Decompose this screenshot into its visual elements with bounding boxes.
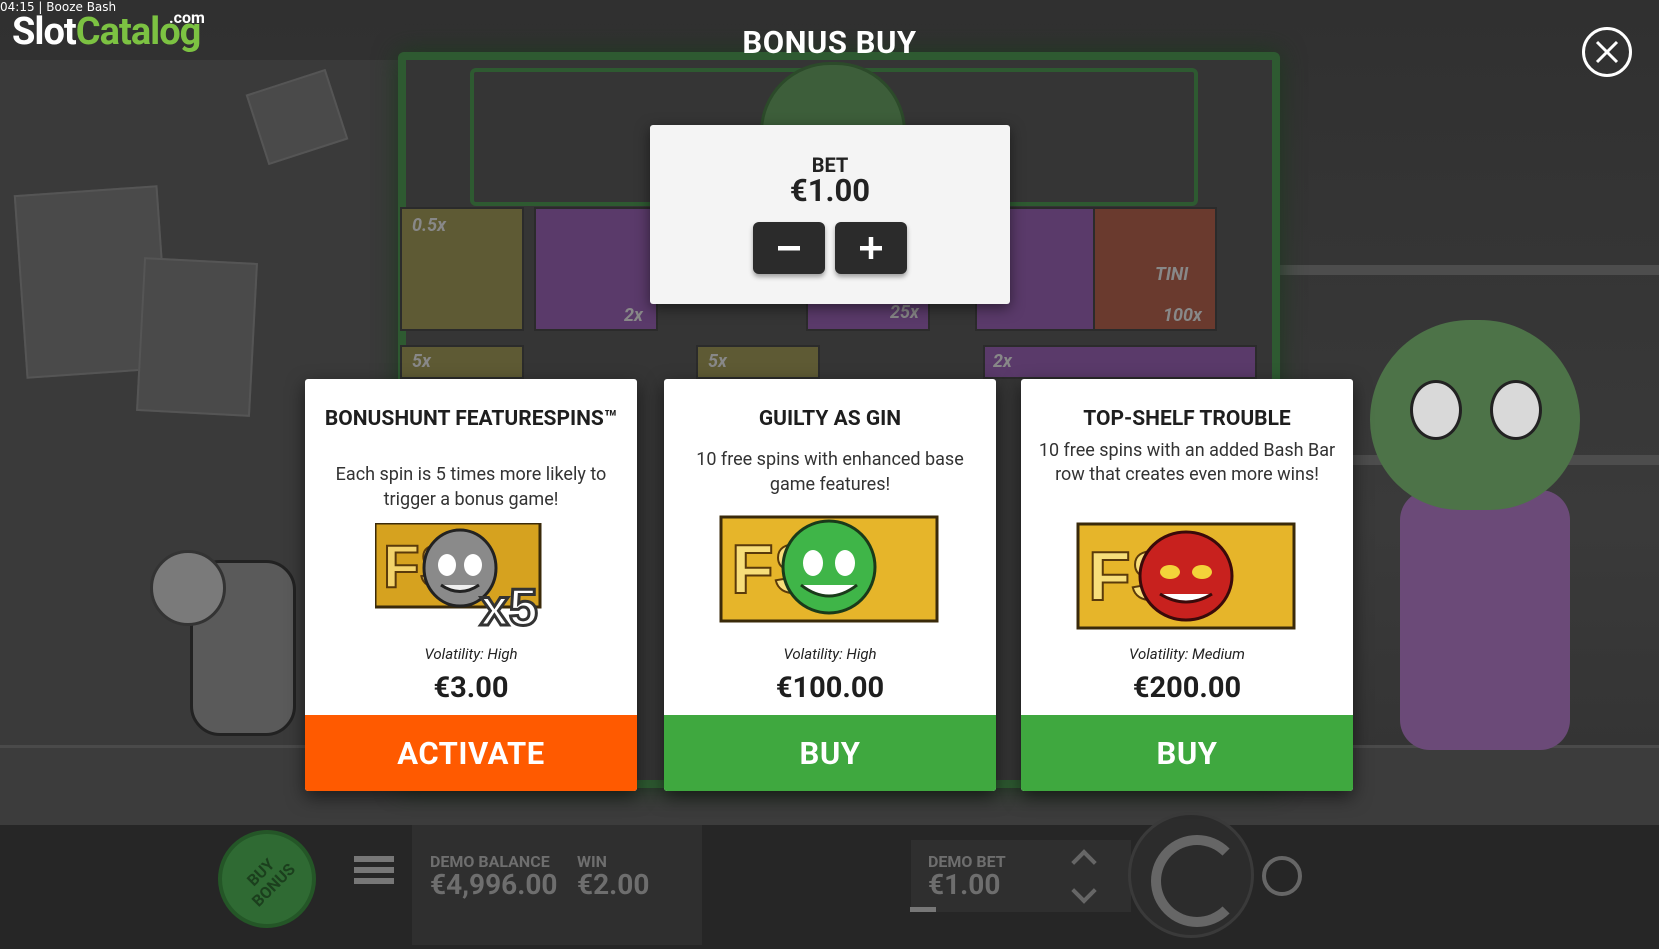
reel-cell: 5x — [400, 345, 524, 379]
shelf — [1230, 265, 1659, 275]
minus-icon — [778, 246, 800, 251]
featurespins-green-icon: FS — [719, 515, 939, 623]
spin-button[interactable] — [1128, 812, 1254, 938]
cell-multiplier: 0.5x — [412, 215, 446, 236]
offer-volatility: Volatility: Medium — [1129, 645, 1245, 663]
activate-button[interactable]: ACTIVATE — [305, 715, 637, 791]
reel-cell: 2x — [534, 207, 658, 331]
buy-bonus-button[interactable]: BUY BONUS — [218, 830, 316, 928]
buy-bonus-label: BUY BONUS — [242, 854, 299, 911]
offer-price: €100.00 — [775, 671, 885, 705]
offer-price: €200.00 — [1132, 671, 1242, 705]
glass-mascot — [150, 550, 310, 780]
close-icon — [1595, 40, 1619, 64]
offer-description: Each spin is 5 times more likely to trig… — [335, 464, 607, 510]
offer-title: GUILTY AS GIN — [758, 407, 902, 431]
demo-bet-value: €1.00 — [928, 868, 1001, 901]
reel-cell: 5x — [696, 345, 820, 379]
bet-plus-button[interactable] — [835, 222, 907, 274]
cell-multiplier: 5x — [708, 351, 727, 372]
reel-cell: 0.5x — [400, 207, 524, 331]
offer-price: €3.00 — [433, 671, 509, 705]
win-value: €2.00 — [577, 868, 650, 901]
bet-value: €1.00 — [789, 172, 871, 209]
spin-icon — [1151, 835, 1243, 927]
offer-description: 10 free spins with an added Bash Bar row… — [1038, 440, 1336, 485]
reel-cell: 2x — [983, 345, 1257, 379]
bet-indicator — [910, 907, 936, 912]
cell-label: TINI — [1155, 264, 1189, 285]
bartender-eye — [1490, 380, 1542, 440]
cell-multiplier: 100x — [1163, 305, 1202, 326]
game-screen: 0.5x 2x 25x TINI 100x 5x 5x 2x BUY BONUS… — [0, 0, 1659, 949]
offer-title: TOP-SHELF TROUBLE — [1083, 407, 1291, 431]
balance-value: €4,996.00 — [430, 868, 558, 901]
bet-selector: BET €1.00 — [650, 125, 1010, 304]
offer-description: 10 free spins with enhanced base game fe… — [696, 449, 964, 495]
autoplay-icon[interactable] — [1262, 856, 1302, 896]
menu-icon[interactable] — [354, 856, 394, 890]
bartender-body — [1400, 490, 1570, 750]
cell-multiplier: 2x — [993, 351, 1012, 372]
lime-slice — [150, 550, 226, 626]
bartender-head — [1370, 320, 1580, 510]
devil-bartender — [1360, 280, 1620, 750]
reel-cell: TINI 100x — [1093, 207, 1217, 331]
featurespins-x5-icon: FS x5 — [375, 523, 542, 633]
featurespins-red-icon: FS — [1076, 522, 1296, 630]
plus-icon — [860, 237, 882, 259]
cell-multiplier: 2x — [624, 305, 643, 326]
cell-multiplier: 5x — [412, 351, 431, 372]
bet-minus-button[interactable] — [753, 222, 825, 274]
wall-poster — [136, 257, 258, 417]
offer-card-guilty-as-gin: GUILTY AS GIN 10 free spins with enhance… — [664, 379, 996, 791]
buy-button-top-shelf-trouble[interactable]: BUY — [1021, 715, 1353, 791]
modal-title: BONUS BUY — [742, 24, 917, 61]
svg-text:x5: x5 — [480, 579, 538, 633]
offer-card-bonushunt: BONUSHUNT FEATURESPINS™ Each spin is 5 t… — [305, 379, 637, 791]
offer-volatility: Volatility: High — [783, 645, 877, 663]
offer-title: BONUSHUNT FEATURESPINS™ — [324, 407, 618, 431]
cell-multiplier: 25x — [890, 302, 919, 323]
buy-button-guilty-as-gin[interactable]: BUY — [664, 715, 996, 791]
close-button[interactable] — [1582, 27, 1632, 77]
offer-card-top-shelf-trouble: TOP-SHELF TROUBLE 10 free spins with an … — [1021, 379, 1353, 791]
offer-volatility: Volatility: High — [424, 645, 518, 663]
bartender-eye — [1410, 380, 1462, 440]
